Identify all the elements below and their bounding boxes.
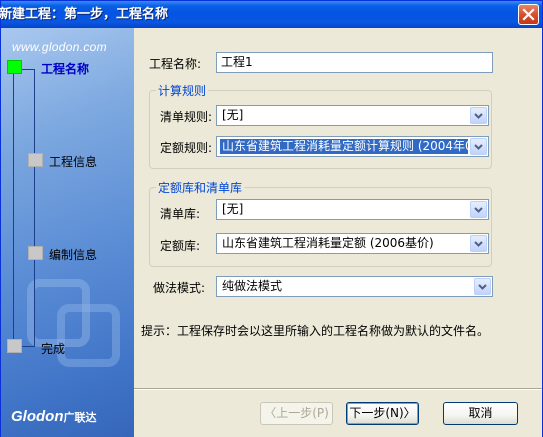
footer-separator [134,388,542,390]
website-text: www.glodon.com [12,40,107,54]
step-marker-compile-info [28,246,43,260]
step-label-compile-info: 编制信息 [49,248,98,262]
next-button[interactable]: 下一步(N)〉 [346,402,419,425]
list-rule-dropdown-button[interactable] [470,107,487,124]
chevron-down-icon [474,241,483,247]
libraries-title: 定额库和清单库 [156,179,245,196]
chevron-down-icon [474,113,483,119]
quota-lib-select[interactable]: 山东省建筑工程消耗量定额 (2006基价) [216,233,489,254]
title-bar: 新建工程：第一步，工程名称 [0,1,542,28]
list-lib-dropdown-button[interactable] [470,201,487,218]
quota-lib-value: 山东省建筑工程消耗量定额 (2006基价) [222,236,434,250]
quota-rule-dropdown-button[interactable] [470,138,487,155]
project-name-input[interactable]: 工程1 [216,52,493,73]
step-label-finish: 完成 [41,342,66,356]
calc-rules-title: 计算规则 [156,82,209,99]
hint-text: 提示：工程保存时会以这里所输入的工程名称做为默认的文件名。 [141,324,490,338]
wizard-window: 新建工程：第一步，工程名称 www.glodon.com 工程名称 工程信息 编… [0,0,543,437]
wizard-content: 工程名称: 工程1 计算规则 清单规则: [无] 定额规则: 山东省建筑工程消耗… [134,28,542,437]
list-lib-value: [无] [222,202,244,216]
method-select[interactable]: 纯做法模式 [216,276,493,297]
list-rule-select[interactable]: [无] [216,105,489,126]
quota-rule-value: 山东省建筑工程消耗量定额计算规则 (2004年04 [220,139,468,154]
wizard-sidebar: www.glodon.com 工程名称 工程信息 编制信息 完成 Glodon广… [1,28,134,437]
quota-rule-select[interactable]: 山东省建筑工程消耗量定额计算规则 (2004年04 [216,136,489,157]
quota-lib-dropdown-button[interactable] [470,235,487,252]
method-label: 做法模式: [153,281,206,295]
quota-rule-label: 定额规则: [160,141,213,155]
list-lib-label: 清单库: [160,207,201,221]
close-icon [522,8,535,21]
list-lib-select[interactable]: [无] [216,199,489,220]
list-rule-label: 清单规则: [160,110,213,124]
list-rule-value: [无] [222,108,244,122]
step-timeline [13,69,35,347]
quota-lib-label: 定额库: [160,239,201,253]
cancel-button[interactable]: 取消 [443,402,518,425]
brand-name-en: Glodon [11,408,64,425]
method-dropdown-button[interactable] [474,278,491,295]
project-name-label: 工程名称: [149,57,202,71]
prev-button[interactable]: 〈上一步(P) [260,402,333,425]
window-title: 新建工程：第一步，工程名称 [0,7,169,22]
step-label-project-name: 工程名称 [41,62,90,76]
step-marker-project-info [28,153,43,167]
brand-watermark-icon [27,279,120,367]
chevron-down-icon [478,284,487,290]
brand-name-cn: 广联达 [63,412,97,424]
step-marker-project-name [7,60,22,74]
step-marker-finish [7,339,22,353]
calc-rules-group [149,90,492,169]
chevron-down-icon [474,144,483,150]
step-label-project-info: 工程信息 [49,155,98,169]
method-value: 纯做法模式 [222,279,283,293]
brand-logo: Glodon广联达 [11,408,97,425]
chevron-down-icon [474,207,483,213]
close-button[interactable] [518,4,539,25]
